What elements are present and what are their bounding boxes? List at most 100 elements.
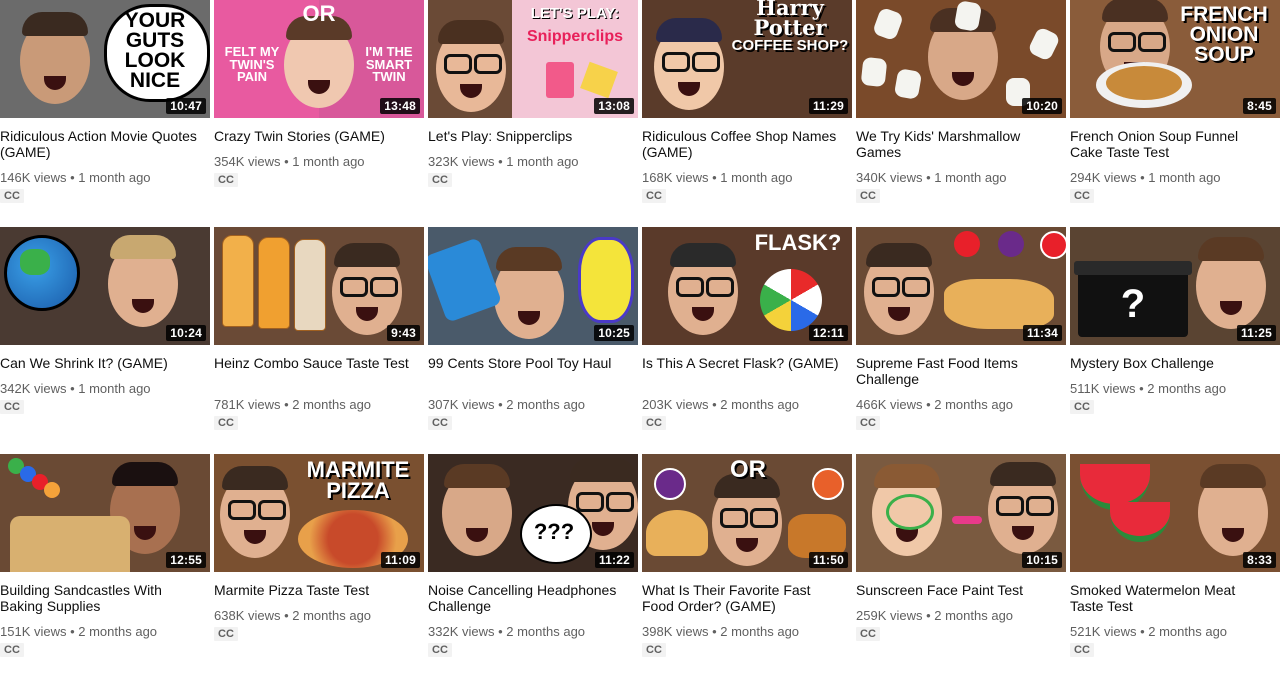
video-card[interactable]: FLASK? 12:11 Is This A Secret Flask? (GAME… [642,227,852,447]
sauce-bottle [258,237,290,329]
video-card[interactable]: FRENCH ONION SOUP 8:45 French Onion Soup F… [1070,0,1280,220]
video-title[interactable]: Ridiculous Action Movie Quotes (GAME) [0,128,200,160]
video-card[interactable]: ? 11:25 Mystery Box Challenge 511K views • … [1070,227,1280,447]
video-title[interactable]: We Try Kids' Marshmallow Games [856,128,1056,160]
video-card[interactable]: OR 11:50 What Is Their Favorite Fast Food … [642,454,852,674]
cc-badge: CC [428,173,452,187]
duration-badge: 8:33 [1243,552,1276,568]
video-card[interactable]: OR FELT MY TWIN'S PAIN I'M THE SMART TWIN 1… [214,0,424,220]
view-count: 259K views [856,608,923,623]
video-card[interactable]: 11:34 Supreme Fast Food Items Challenge 46… [856,227,1066,447]
video-card[interactable]: YOUR GUTS LOOK NICE 10:47 Ridiculous Actio… [0,0,210,220]
video-thumbnail[interactable]: OR 11:50 [642,454,852,572]
video-thumbnail[interactable]: OR FELT MY TWIN'S PAIN I'M THE SMART TWIN 1… [214,0,424,118]
video-title[interactable]: Crazy Twin Stories (GAME) [214,128,414,144]
video-thumbnail[interactable]: 10:25 [428,227,638,345]
video-title[interactable]: Smoked Watermelon Meat Taste Test [1070,582,1270,614]
video-card[interactable]: 10:24 Can We Shrink It? (GAME) 342K views … [0,227,210,447]
video-meta: 294K views • 1 month ago [1070,170,1280,186]
person-hair [866,243,932,267]
meta-separator: • [280,608,293,623]
video-card[interactable]: LET'S PLAY: Snipperclips 13:08 Let's Play: … [428,0,638,220]
video-title[interactable]: 99 Cents Store Pool Toy Haul [428,355,628,371]
person-hair [1198,237,1264,261]
video-thumbnail[interactable]: 8:33 [1070,454,1280,572]
meta-separator: • [922,170,935,185]
video-title[interactable]: Ridiculous Coffee Shop Names (GAME) [642,128,842,160]
video-title[interactable]: Can We Shrink It? (GAME) [0,355,200,371]
video-thumbnail[interactable]: 10:15 [856,454,1066,572]
cc-badge: CC [0,189,24,203]
video-card[interactable]: Harry Potter COFFEE SHOP? 11:29 Ridiculous … [642,0,852,220]
duration-badge: 11:29 [808,98,848,114]
marshmallow [871,6,905,42]
upload-age: 2 months ago [720,397,800,412]
upload-age: 1 month ago [1148,170,1221,185]
video-thumbnail[interactable]: 9:43 [214,227,424,345]
person-hair [438,20,504,44]
video-title[interactable]: Heinz Combo Sauce Taste Test [214,355,414,371]
meta-separator: • [494,154,507,169]
video-meta: 521K views • 2 months ago [1070,624,1280,640]
quesadilla [944,279,1054,329]
glasses-icon [258,500,286,520]
video-card[interactable]: 10:20 We Try Kids' Marshmallow Games 340K … [856,0,1066,220]
video-title[interactable]: Noise Cancelling Headphones Challenge [428,582,628,614]
video-title[interactable]: Sunscreen Face Paint Test [856,582,1056,598]
video-title[interactable]: Building Sandcastles With Baking Supplie… [0,582,200,614]
video-thumbnail[interactable]: Harry Potter COFFEE SHOP? 11:29 [642,0,852,118]
video-title[interactable]: Mystery Box Challenge [1070,355,1270,371]
video-title[interactable]: Supreme Fast Food Items Challenge [856,355,1056,387]
upload-age: 2 months ago [506,397,586,412]
view-count: 340K views [856,170,923,185]
video-thumbnail[interactable]: ??? 11:22 [428,454,638,572]
thumbnail-text: COFFEE SHOP? [731,36,849,54]
cc-badge: CC [642,643,666,657]
video-title[interactable]: What Is Their Favorite Fast Food Order? … [642,582,842,614]
video-title[interactable]: French Onion Soup Funnel Cake Taste Test [1070,128,1270,160]
video-card[interactable]: 10:25 99 Cents Store Pool Toy Haul 307K vi… [428,227,638,447]
meta-separator: • [1136,170,1149,185]
video-card[interactable]: 10:15 Sunscreen Face Paint Test 259K views… [856,454,1066,674]
cc-badge: CC [0,400,24,414]
video-title[interactable]: Is This A Secret Flask? (GAME) [642,355,842,371]
video-title[interactable]: Marmite Pizza Taste Test [214,582,414,598]
video-thumbnail[interactable]: FRENCH ONION SOUP 8:45 [1070,0,1280,118]
video-thumbnail[interactable]: 10:24 [0,227,210,345]
pool-toy [578,237,634,323]
video-title[interactable]: Let's Play: Snipperclips [428,128,628,144]
view-count: 146K views [0,170,67,185]
video-thumbnail[interactable]: FLASK? 12:11 [642,227,852,345]
pool-toy [428,237,503,323]
duration-badge: 11:34 [1022,325,1062,341]
video-meta: 307K views • 2 months ago [428,397,638,413]
view-count: 638K views [214,608,281,623]
glasses-icon [662,52,690,72]
video-thumbnail[interactable]: 11:34 [856,227,1066,345]
upload-age: 1 month ago [78,381,151,396]
video-thumbnail[interactable]: ? 11:25 [1070,227,1280,345]
person-hair [444,464,510,488]
video-thumbnail[interactable]: YOUR GUTS LOOK NICE 10:47 [0,0,210,118]
upload-age: 2 months ago [506,624,586,639]
video-card[interactable]: MARMITE PIZZA 11:09 Marmite Pizza Taste Te… [214,454,424,674]
upload-age: 2 months ago [292,608,372,623]
video-card[interactable]: 8:33 Smoked Watermelon Meat Taste Test 521… [1070,454,1280,674]
taco [646,510,708,556]
duration-badge: 8:45 [1243,98,1276,114]
view-count: 511K views [1070,381,1136,396]
person-hair [110,235,176,259]
video-thumbnail[interactable]: 10:20 [856,0,1066,118]
video-meta: 259K views • 2 months ago [856,608,1066,624]
thumbnail-text: LET'S PLAY: [530,4,620,22]
person-hair [874,464,940,488]
video-thumbnail[interactable]: 12:55 [0,454,210,572]
glasses-icon [902,277,930,297]
video-card[interactable]: 9:43 Heinz Combo Sauce Taste Test 781K vie… [214,227,424,447]
video-thumbnail[interactable]: MARMITE PIZZA 11:09 [214,454,424,572]
video-thumbnail[interactable]: LET'S PLAY: Snipperclips 13:08 [428,0,638,118]
video-card[interactable]: ??? 11:22 Noise Cancelling Headphones Chal… [428,454,638,674]
cc-badge: CC [1070,400,1094,414]
video-card[interactable]: 12:55 Building Sandcastles With Baking Su… [0,454,210,674]
cc-badge: CC [214,416,238,430]
